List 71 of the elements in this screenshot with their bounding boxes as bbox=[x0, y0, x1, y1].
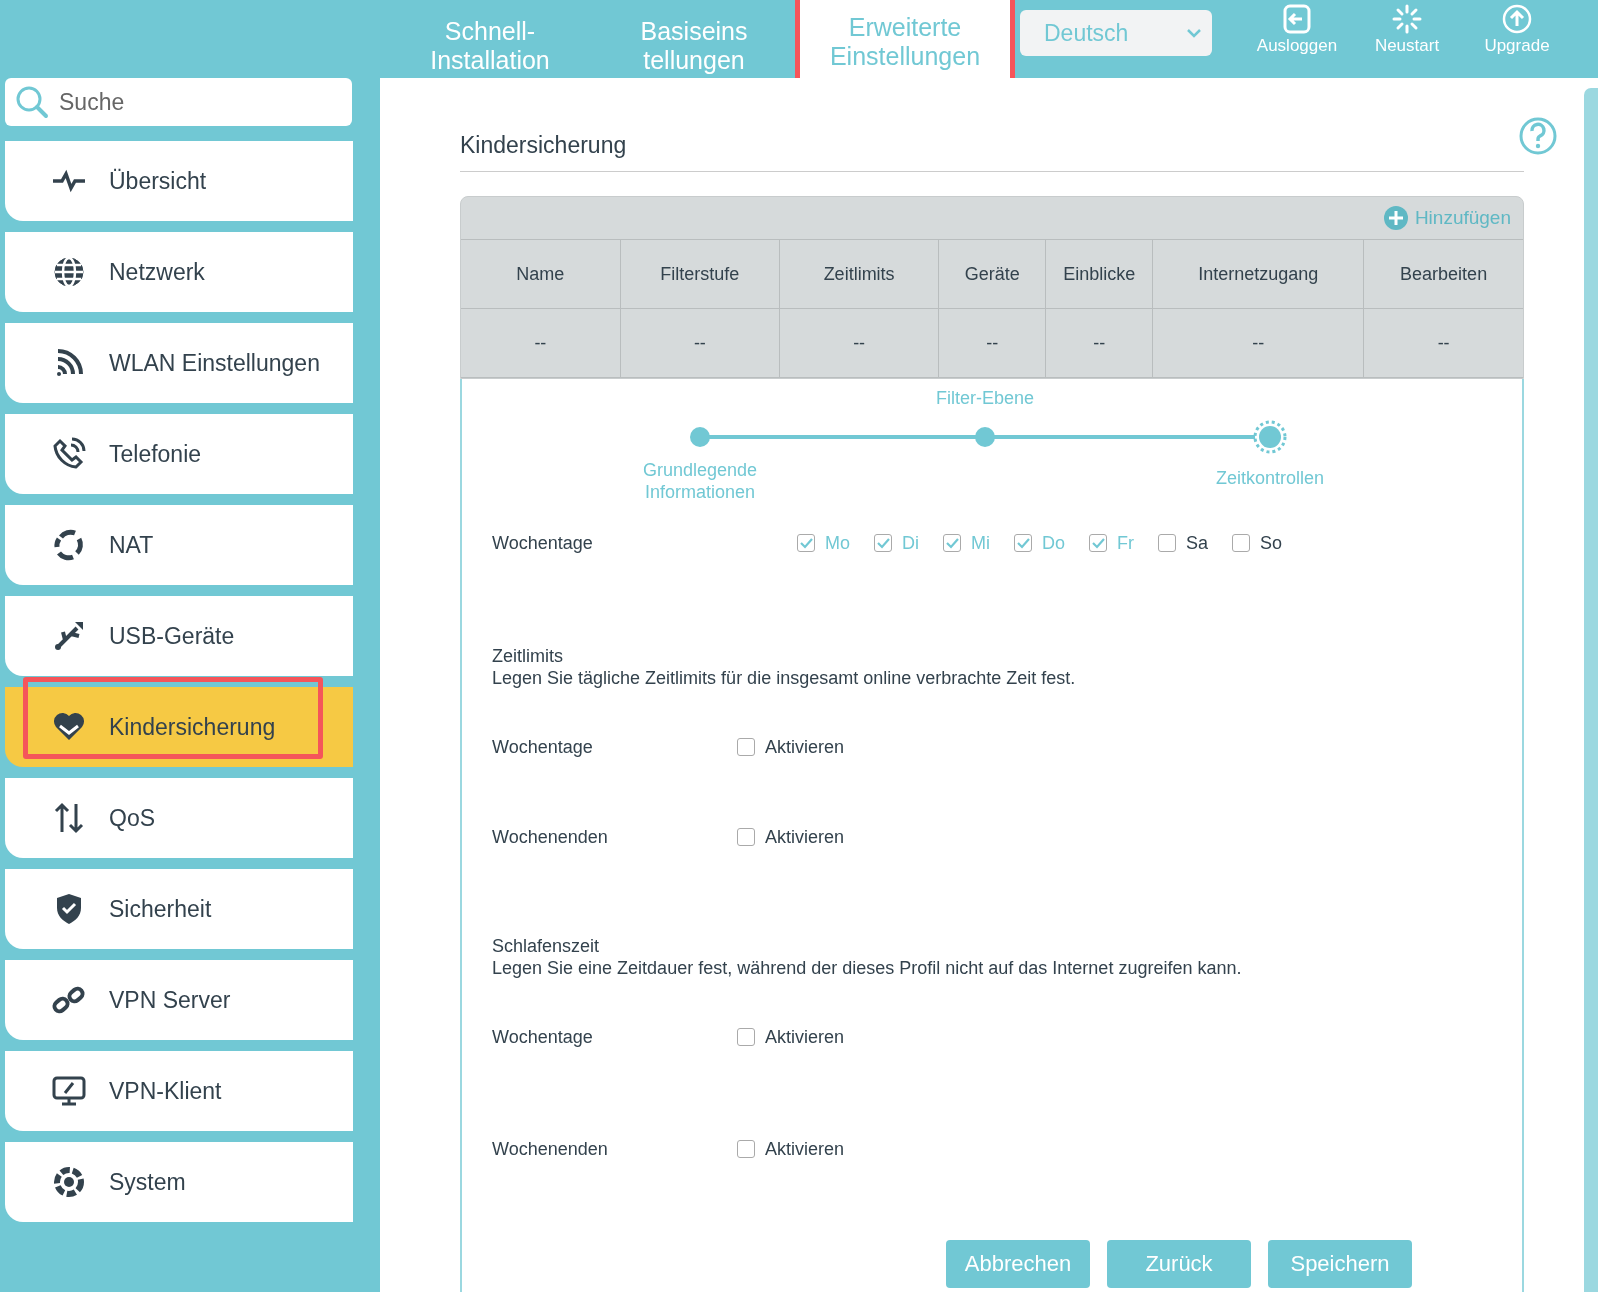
table-cell: -- bbox=[1152, 308, 1364, 378]
table-cell: -- bbox=[620, 308, 780, 378]
table-cell: -- bbox=[461, 308, 621, 378]
checkbox-label: So bbox=[1260, 532, 1283, 554]
checkbox-label: Mi bbox=[971, 532, 990, 554]
checkbox[interactable] bbox=[1014, 534, 1032, 552]
table-cell: -- bbox=[779, 308, 939, 378]
column-header: Internetzugang bbox=[1152, 239, 1364, 309]
checkbox[interactable] bbox=[737, 828, 755, 846]
search-icon bbox=[15, 85, 49, 119]
checkbox[interactable] bbox=[737, 738, 755, 756]
upload-icon bbox=[1502, 4, 1532, 34]
column-header: Zeitlimits bbox=[779, 239, 939, 309]
sidebar-item[interactable]: Sicherheit bbox=[5, 869, 353, 949]
scrollbar[interactable] bbox=[1584, 88, 1598, 1292]
table-cell: -- bbox=[1045, 308, 1153, 378]
column-header: Filterstufe bbox=[620, 239, 780, 309]
section-description: Legen Sie eine Zeitdauer fest, während der dieses Profil nicht auf das Internet zugreifen kann. bbox=[492, 957, 1243, 979]
sidebar-item[interactable]: NAT bbox=[5, 505, 353, 585]
section-heading: Zeitlimits bbox=[492, 645, 564, 667]
caret-icon bbox=[1186, 28, 1202, 38]
checkbox[interactable] bbox=[1089, 534, 1108, 552]
checkbox[interactable] bbox=[943, 534, 961, 552]
sidebar-item[interactable]: Telefonie bbox=[5, 414, 353, 494]
sidebar-item[interactable]: VPN-Klient bbox=[5, 1051, 353, 1131]
column-header: Geräte bbox=[938, 239, 1046, 309]
table-cell: -- bbox=[938, 308, 1046, 378]
field-label: Wochentage bbox=[492, 736, 594, 758]
checkbox-label: Aktivieren bbox=[765, 1138, 845, 1160]
column-header: Einblicke bbox=[1045, 239, 1153, 309]
globe-icon bbox=[51, 254, 87, 290]
restart-icon bbox=[1392, 4, 1422, 34]
section-description: Legen Sie tägliche Zeitlimits für die insgesamt online verbrachte Zeit fest. bbox=[492, 667, 1077, 689]
field-label: Wochenenden bbox=[492, 1138, 609, 1160]
sidebar-item[interactable]: Übersicht bbox=[5, 141, 353, 221]
checkbox-label: Do bbox=[1042, 532, 1066, 554]
checkbox-label: Fr bbox=[1117, 532, 1135, 554]
sidebar-item[interactable]: Netzwerk bbox=[5, 232, 353, 312]
logout-icon bbox=[1282, 4, 1312, 34]
checkbox-label: Sa bbox=[1186, 532, 1209, 554]
checkbox-label: Aktivieren bbox=[765, 736, 845, 758]
checkbox-label: Aktivieren bbox=[765, 1026, 845, 1048]
sidebar-item[interactable]: System bbox=[5, 1142, 353, 1222]
sidebar-item[interactable]: QoS bbox=[5, 778, 353, 858]
checkbox-label: Mo bbox=[825, 532, 850, 554]
section-title: Kindersicherung bbox=[460, 132, 1524, 172]
phone-icon bbox=[51, 436, 87, 472]
checkbox[interactable] bbox=[874, 534, 892, 552]
field-label: Wochenenden bbox=[492, 826, 609, 848]
gear-icon bbox=[51, 1164, 87, 1200]
section-heading: Schlafenszeit bbox=[492, 935, 601, 957]
step-label: Zeitkontrollen bbox=[1215, 467, 1325, 489]
checkbox[interactable] bbox=[1158, 534, 1177, 552]
checkbox[interactable] bbox=[1232, 534, 1251, 552]
column-header: Name bbox=[461, 239, 621, 309]
field-label: Wochentage bbox=[492, 1026, 594, 1048]
sidebar-item[interactable]: WLAN Einstellungen bbox=[5, 323, 353, 403]
checkbox[interactable] bbox=[737, 1028, 755, 1046]
column-header: Bearbeiten bbox=[1363, 239, 1523, 309]
search-field[interactable]: Suche bbox=[5, 78, 352, 126]
checkbox[interactable] bbox=[797, 534, 815, 552]
sidebar-item[interactable]: VPN Server bbox=[5, 960, 353, 1040]
checkbox[interactable] bbox=[737, 1140, 755, 1158]
sidebar-item[interactable]: USB-Geräte bbox=[5, 596, 353, 676]
checkbox-label: Aktivieren bbox=[765, 826, 845, 848]
step-label: Filter-Ebene bbox=[936, 387, 1035, 409]
field-label: Wochentage bbox=[492, 532, 594, 554]
plus-icon bbox=[1382, 205, 1409, 231]
checkbox-label: Di bbox=[902, 532, 919, 554]
step-label: Grundlegende Informationen bbox=[642, 459, 758, 503]
sidebar-item[interactable]: Kindersicherung bbox=[5, 687, 353, 767]
